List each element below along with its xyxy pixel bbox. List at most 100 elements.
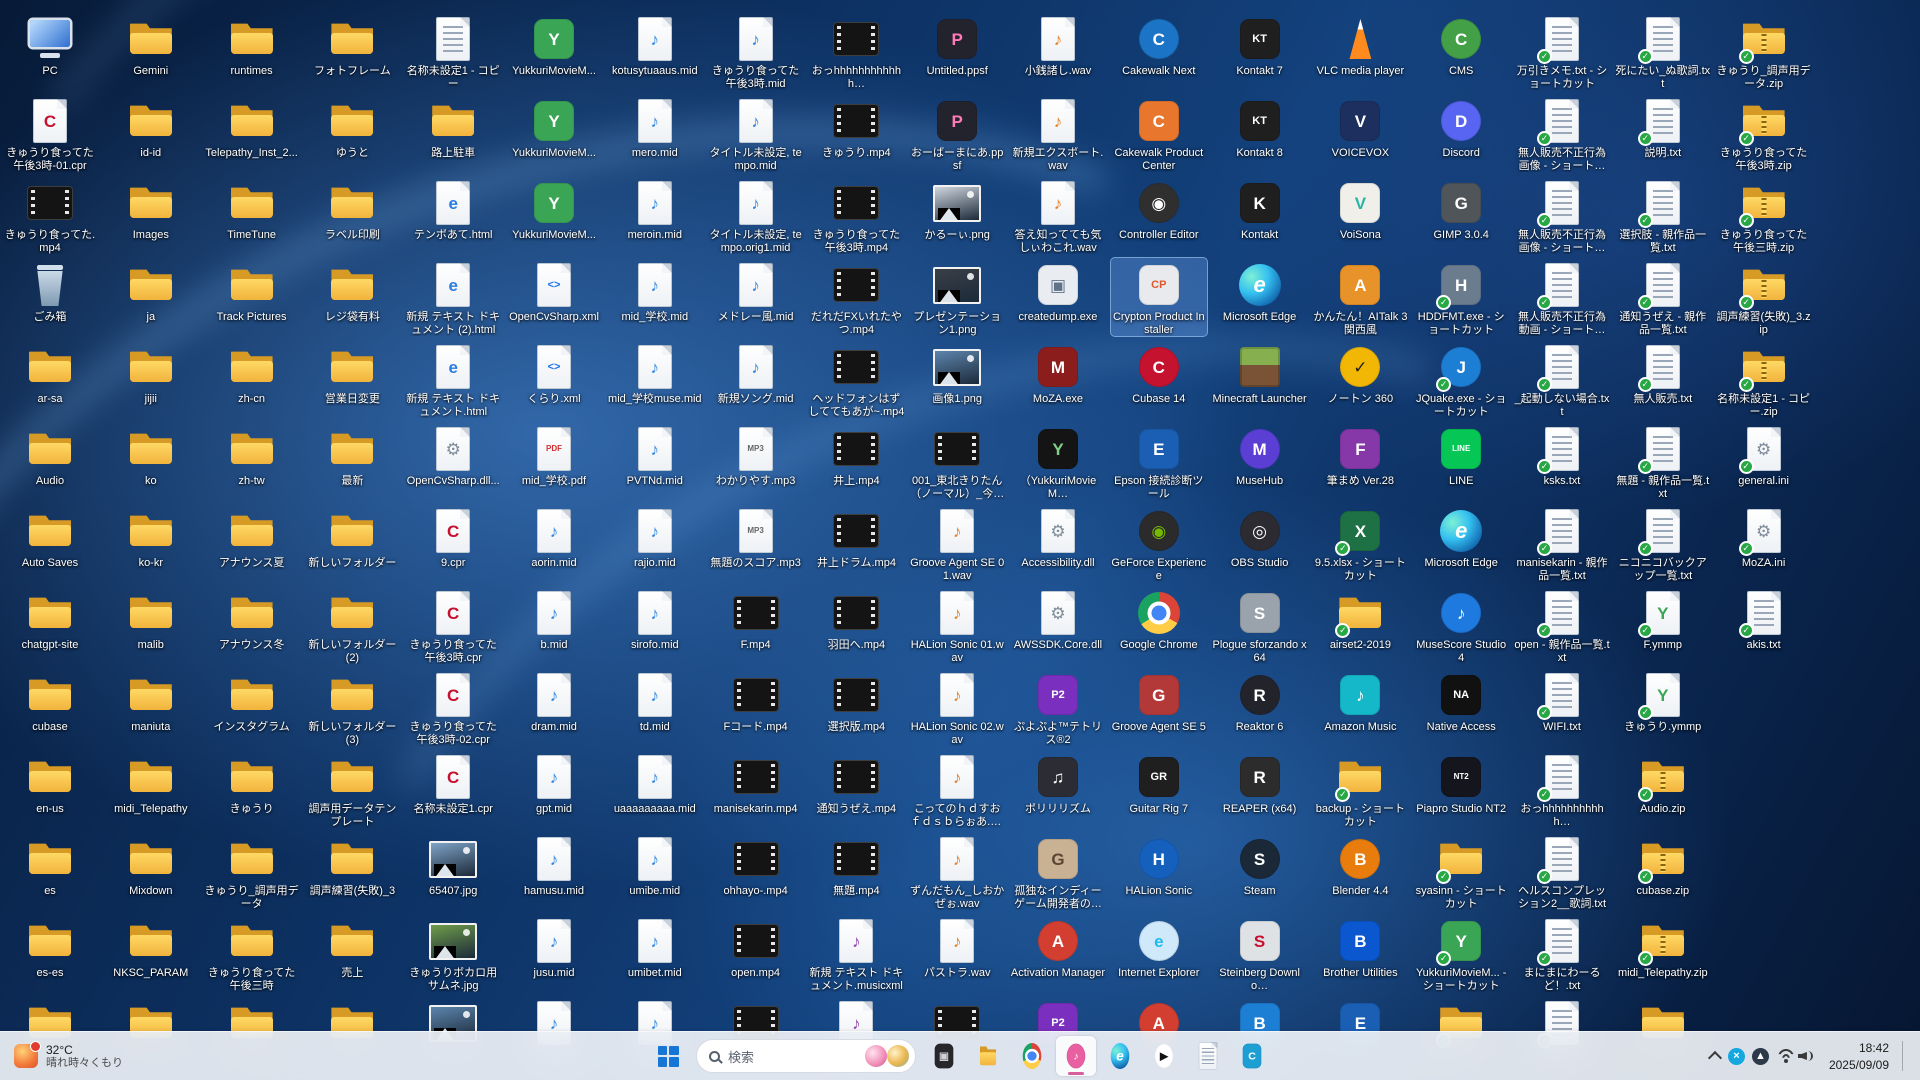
desktop-item[interactable]: ✓無人販売不正行為画像 - ショートカット: [1514, 176, 1610, 254]
desktop-item[interactable]: おっhhhhhhhhhhhh…: [808, 12, 904, 90]
desktop-item[interactable]: Audio: [2, 422, 98, 488]
desktop-item[interactable]: ✓説明.txt: [1615, 94, 1711, 160]
desktop-item[interactable]: ♪uaaaaaaaaa.mid: [607, 750, 703, 816]
desktop-item[interactable]: きゅうり.mp4: [808, 94, 904, 160]
desktop-item[interactable]: eテンポあて.html: [405, 176, 501, 242]
desktop-item[interactable]: ⚙AWSSDK.Core.dll: [1010, 586, 1106, 652]
desktop-item[interactable]: ♪dram.mid: [506, 668, 602, 734]
desktop-item[interactable]: ♪mero.mid: [607, 94, 703, 160]
desktop-item[interactable]: <>OpenCvSharp.xml: [506, 258, 602, 324]
desktop-item[interactable]: VLC media player: [1312, 12, 1408, 78]
desktop-item[interactable]: PUntitled.ppsf: [909, 12, 1005, 78]
desktop-item[interactable]: CPCrypton Product Installer: [1111, 258, 1207, 336]
desktop-item[interactable]: ♪新規 テキスト ドキュメント.musicxml: [808, 914, 904, 992]
desktop-item[interactable]: ♪Amazon Music: [1312, 668, 1408, 734]
desktop-item[interactable]: KTKontakt 7: [1212, 12, 1308, 78]
desktop-item[interactable]: Pおーばーまにあ.ppsf: [909, 94, 1005, 172]
desktop-item[interactable]: Fコード.mp4: [708, 668, 804, 734]
taskbar-notepad-button[interactable]: [1188, 1036, 1228, 1076]
desktop-item[interactable]: Cきゅうり食ってた午後3時.cpr: [405, 586, 501, 664]
desktop-item[interactable]: ◉Controller Editor: [1111, 176, 1207, 242]
desktop-item[interactable]: ✓backup - ショートカット: [1312, 750, 1408, 828]
desktop-item[interactable]: アナウンス冬: [204, 586, 300, 652]
desktop-item[interactable]: きゅうり食ってた.mp4: [2, 176, 98, 254]
desktop-item[interactable]: ♪td.mid: [607, 668, 703, 734]
desktop-item[interactable]: ♪きゅうり食ってた午後3時.mid: [708, 12, 804, 90]
desktop-item[interactable]: ♪新規ソング.mid: [708, 340, 804, 406]
tray-x-app-icon[interactable]: ×: [1728, 1048, 1745, 1065]
desktop-item[interactable]: ⚙✓general.ini: [1716, 422, 1812, 488]
desktop-item[interactable]: 売上: [304, 914, 400, 980]
desktop-item[interactable]: <>くらり.xml: [506, 340, 602, 406]
taskbar-file-explorer-button[interactable]: [968, 1036, 1008, 1076]
desktop-item[interactable]: Aかんたん！AITalk 3 関西風: [1312, 258, 1408, 336]
desktop-item[interactable]: ごみ箱: [2, 258, 98, 324]
desktop-item[interactable]: AActivation Manager: [1010, 914, 1106, 980]
desktop-item[interactable]: ⚙OpenCvSharp.dll...: [405, 422, 501, 488]
desktop-item[interactable]: Y（YukkuriMovieM…: [1010, 422, 1106, 500]
desktop-item[interactable]: cubase: [2, 668, 98, 734]
desktop-item[interactable]: Cきゅうり食ってた午後3時-02.cpr: [405, 668, 501, 746]
desktop-item[interactable]: C名称未設定1.cpr: [405, 750, 501, 816]
desktop-item[interactable]: ♫ポリリリズム: [1010, 750, 1106, 816]
desktop-item[interactable]: midi_Telepathy: [103, 750, 199, 816]
desktop-item[interactable]: Mixdown: [103, 832, 199, 898]
desktop-item[interactable]: ✓無人販売不正行為画像 - ショートカッ…: [1514, 94, 1610, 172]
desktop-item[interactable]: ♪Groove Agent SE 01.wav: [909, 504, 1005, 582]
desktop-item[interactable]: ♪タイトル未設定, tempo.orig1.mid: [708, 176, 804, 254]
desktop-item[interactable]: es-es: [2, 914, 98, 980]
desktop-item[interactable]: フォトフレーム: [304, 12, 400, 78]
desktop-item[interactable]: ゆうと: [304, 94, 400, 160]
desktop-item[interactable]: MMuseHub: [1212, 422, 1308, 488]
desktop-item[interactable]: Google Chrome: [1111, 586, 1207, 652]
desktop-item[interactable]: J✓JQuake.exe - ショートカット: [1413, 340, 1509, 418]
taskbar-chrome-button[interactable]: [1012, 1036, 1052, 1076]
desktop-item[interactable]: runtimes: [204, 12, 300, 78]
desktop-item[interactable]: ✓ニコニコバックアップ一覧.txt: [1615, 504, 1711, 582]
search-highlight-image[interactable]: [865, 1045, 887, 1067]
desktop-item[interactable]: Y✓YukkuriMovieM... - ショートカット: [1413, 914, 1509, 992]
desktop-item[interactable]: ♪HALion Sonic 02.wav: [909, 668, 1005, 746]
desktop-item[interactable]: 新しいフォルダー: [304, 504, 400, 570]
desktop-item[interactable]: ♪umibe.mid: [607, 832, 703, 898]
desktop-item[interactable]: ♪新規エクスポート.wav: [1010, 94, 1106, 172]
desktop-item[interactable]: GRGuitar Rig 7: [1111, 750, 1207, 816]
desktop-item[interactable]: GGIMP 3.0.4: [1413, 176, 1509, 242]
desktop-item[interactable]: eMicrosoft Edge: [1413, 504, 1509, 570]
desktop-item[interactable]: ♪mid_学校.mid: [607, 258, 703, 324]
desktop-item[interactable]: YYukkuriMovieM...: [506, 12, 602, 78]
taskbar-media-player-button[interactable]: ▶: [1144, 1036, 1184, 1076]
desktop-item[interactable]: ✓ノートン 360: [1312, 340, 1408, 406]
desktop-item[interactable]: ♪gpt.mid: [506, 750, 602, 816]
desktop-item[interactable]: BBlender 4.4: [1312, 832, 1408, 898]
desktop-item[interactable]: VVOICEVOX: [1312, 94, 1408, 160]
desktop-item[interactable]: レジ袋有料: [304, 258, 400, 324]
desktop-item[interactable]: ✓きゅうり食ってた午後3時.zip: [1716, 94, 1812, 172]
desktop-item[interactable]: ✓調声練習(失敗)_3.zip: [1716, 258, 1812, 336]
desktop-item[interactable]: zh-tw: [204, 422, 300, 488]
desktop-item[interactable]: ✓まにまにわーるど！.txt: [1514, 914, 1610, 992]
desktop-item[interactable]: ◎OBS Studio: [1212, 504, 1308, 570]
show-desktop-button[interactable]: [1902, 1041, 1908, 1071]
desktop-item[interactable]: きゅうり_調声用データ: [204, 832, 300, 910]
desktop-item[interactable]: Gemini: [103, 12, 199, 78]
weather-widget[interactable]: 32°C 晴れ時々くもり: [4, 1032, 133, 1080]
desktop-item[interactable]: 最新: [304, 422, 400, 488]
desktop-item[interactable]: 路上駐車: [405, 94, 501, 160]
desktop-item[interactable]: ✓死にたい_ぬ歌詞.txt: [1615, 12, 1711, 90]
desktop-item[interactable]: maniuta: [103, 668, 199, 734]
desktop-item[interactable]: open.mp4: [708, 914, 804, 980]
desktop[interactable]: PCCきゅうり食ってた午後3時-01.cprきゅうり食ってた.mp4ごみ箱ar-…: [0, 0, 1920, 1080]
desktop-item[interactable]: インスタグラム: [204, 668, 300, 734]
desktop-item[interactable]: jijii: [103, 340, 199, 406]
desktop-item[interactable]: ko: [103, 422, 199, 488]
desktop-item[interactable]: ✓airset2-2019: [1312, 586, 1408, 652]
desktop-item[interactable]: HHALion Sonic: [1111, 832, 1207, 898]
desktop-item[interactable]: ♪hamusu.mid: [506, 832, 602, 898]
desktop-item[interactable]: ja: [103, 258, 199, 324]
desktop-item[interactable]: TimeTune: [204, 176, 300, 242]
desktop-item[interactable]: アナウンス夏: [204, 504, 300, 570]
desktop-item[interactable]: ✓選択肢 - 親作品一覧.txt: [1615, 176, 1711, 254]
desktop-item[interactable]: ✓きゅうり食ってた午後三時.zip: [1716, 176, 1812, 254]
desktop-item[interactable]: SSteinberg Downlo…: [1212, 914, 1308, 992]
